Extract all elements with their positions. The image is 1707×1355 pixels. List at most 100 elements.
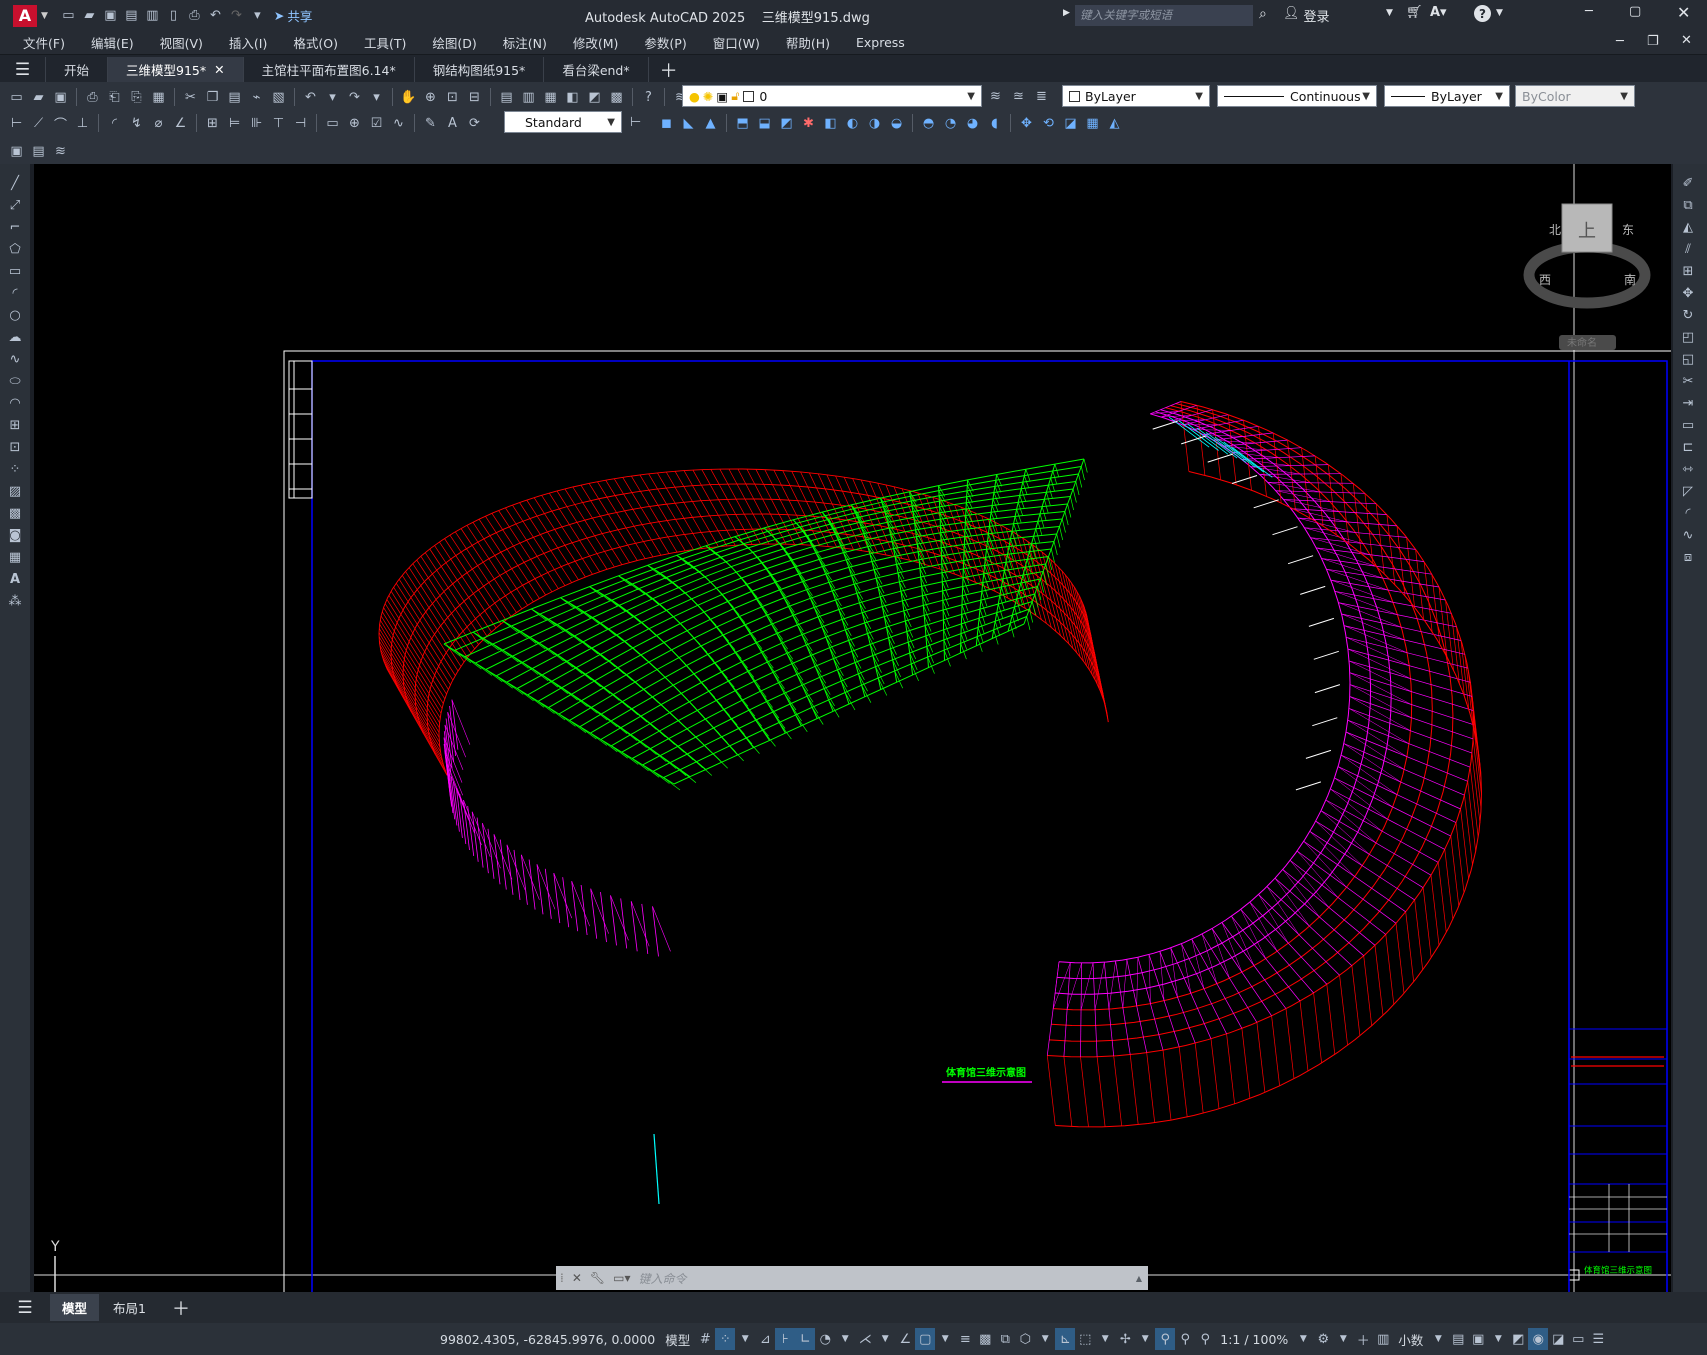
plot-icon[interactable]: ⎙ (184, 5, 205, 26)
union-icon[interactable]: ◐ (842, 113, 863, 134)
extrude-icon[interactable]: ⬒ (732, 113, 753, 134)
coordinates-display[interactable]: 99802.4305, -62845.9976, 0.0000 (435, 1332, 660, 1347)
markup-icon[interactable]: ◩ (584, 87, 605, 108)
open-folder-icon[interactable]: ▰ (79, 5, 100, 26)
add-selected-icon[interactable]: ⁂ (3, 591, 27, 612)
3d-align-icon[interactable]: ◪ (1060, 113, 1081, 134)
workspace-dropdown-icon[interactable]: ▼ (1333, 1328, 1353, 1350)
dynamic-input-icon[interactable]: ⊦ (775, 1328, 796, 1350)
3d-osnap-dropdown-icon[interactable]: ▼ (1035, 1328, 1055, 1350)
quick-properties-icon[interactable]: ▤ (1448, 1328, 1468, 1350)
publish-toolbar-icon[interactable]: ⎘ (126, 87, 147, 108)
cart-icon[interactable]: 🛒︎ (1406, 5, 1423, 20)
tab-column-plan[interactable]: 主馆柱平面布置图6.14* (244, 57, 415, 82)
revision-cloud-icon[interactable]: ☁ (3, 327, 27, 348)
region-icon[interactable]: ◙ (3, 525, 27, 546)
quick-dimension-icon[interactable]: ⊞ (202, 113, 223, 134)
copy-icon[interactable]: ❐ (202, 87, 223, 108)
plot-toolbar-icon[interactable]: ⎙ (82, 87, 103, 108)
selection-filter-icon[interactable]: ⬚ (1075, 1328, 1095, 1350)
diameter-dimension-icon[interactable]: ⌀ (148, 113, 169, 134)
lineweight-toggle-icon[interactable]: ≡ (955, 1328, 975, 1350)
annotation-visibility-icon[interactable]: ⚲ (1155, 1328, 1176, 1350)
tolerance-icon[interactable]: ▭ (322, 113, 343, 134)
command-input[interactable]: 键入命令 (639, 1270, 687, 1287)
dimension-update-icon[interactable]: ⟳ (464, 113, 485, 134)
search-icon[interactable]: ⌕ (1259, 6, 1267, 22)
customize-wrench-icon[interactable]: 🔧︎ (590, 1271, 605, 1285)
insert-block-icon[interactable]: ▣ (6, 141, 27, 162)
annotation-scale-value[interactable]: 1:1 / 100% (1215, 1332, 1293, 1347)
arc-icon[interactable]: ◜ (3, 283, 27, 304)
undo-dropdown-icon[interactable]: ▾ (322, 87, 343, 108)
viewcube[interactable]: 上 北 东 西 南 未命名 (1523, 203, 1651, 350)
presspull-icon[interactable]: ⬓ (754, 113, 775, 134)
command-line[interactable]: ⁞ ✕ 🔧︎ ▭▾ 键入命令 ▲ (556, 1266, 1148, 1290)
customization-menu-icon[interactable]: ☰ (1588, 1328, 1608, 1350)
imprint-icon[interactable]: ◕ (962, 113, 983, 134)
menu-express[interactable]: Express (843, 35, 918, 50)
extend-icon[interactable]: ⇥ (1676, 393, 1700, 414)
isolate-objects-icon[interactable]: ◩ (1508, 1328, 1528, 1350)
dimension-break-icon[interactable]: ⊣ (290, 113, 311, 134)
circle-icon[interactable]: ○ (3, 305, 27, 326)
baseline-dimension-icon[interactable]: ⊨ (224, 113, 245, 134)
layer-walk-icon[interactable]: ≋ (50, 141, 71, 162)
lineweight-dropdown[interactable]: ByLayer ▼ (1384, 85, 1510, 107)
3d-osnap-icon[interactable]: ⬡ (1015, 1328, 1035, 1350)
rotate-icon[interactable]: ↻ (1676, 305, 1700, 326)
properties-icon[interactable]: ▤ (496, 87, 517, 108)
open-icon[interactable]: ▰ (28, 87, 49, 108)
isometric-drafting-icon[interactable]: ⋌ (855, 1328, 875, 1350)
help-toolbar-icon[interactable]: ? (638, 87, 659, 108)
offset-icon[interactable]: ⫽ (1676, 239, 1700, 260)
tab-steel-drawings[interactable]: 钢结构图纸915* (415, 57, 545, 82)
layer-previous-icon[interactable]: ≊ (1008, 86, 1029, 107)
subtract-icon[interactable]: ◑ (864, 113, 885, 134)
hatch-icon[interactable]: ▨ (3, 481, 27, 502)
join-icon[interactable]: ⇿ (1676, 459, 1700, 480)
customize-qat-icon[interactable]: ▾ (247, 5, 268, 26)
save-toolbar-icon[interactable]: ▣ (50, 87, 71, 108)
dimension-edit-icon[interactable]: ✎ (420, 113, 441, 134)
selection-filter-dropdown-icon[interactable]: ▼ (1095, 1328, 1115, 1350)
minimize-window-icon[interactable]: ─ (1585, 4, 1593, 19)
trim-icon[interactable]: ✂ (1676, 371, 1700, 392)
redo-dropdown-icon[interactable]: ▾ (366, 87, 387, 108)
construction-line-icon[interactable]: ⤢ (3, 195, 27, 216)
recent-commands-icon[interactable]: ▭▾ (613, 1271, 630, 1285)
fullscreen-icon[interactable]: ▭ (1568, 1328, 1588, 1350)
grid-icon[interactable]: # (695, 1328, 715, 1350)
multiline-text-icon[interactable]: A (3, 569, 27, 590)
tab-stand-beam[interactable]: 看台梁end* (544, 57, 649, 82)
menu-parametric[interactable]: 参数(P) (631, 33, 699, 52)
radius-dimension-icon[interactable]: ◜ (104, 113, 125, 134)
zoom-realtime-icon[interactable]: ⊕ (420, 87, 441, 108)
gizmo-dropdown-icon[interactable]: ▼ (1135, 1328, 1155, 1350)
command-scroll-icon[interactable]: ▲ (1136, 1274, 1142, 1283)
center-mark-icon[interactable]: ⊕ (344, 113, 365, 134)
gradient-icon[interactable]: ▩ (3, 503, 27, 524)
design-center-icon[interactable]: ▥ (518, 87, 539, 108)
maximize-window-icon[interactable]: ▢ (1629, 4, 1641, 19)
tab-layout1[interactable]: 布局1 (99, 1294, 160, 1321)
app-menu-button[interactable]: A (13, 4, 37, 27)
lock-ui-icon[interactable]: ▣ (1468, 1328, 1488, 1350)
rectangle-icon[interactable]: ▭ (3, 261, 27, 282)
section-plane-icon[interactable]: ◖ (984, 113, 1005, 134)
osnap-dropdown-icon[interactable]: ▼ (935, 1328, 955, 1350)
layer-state-icon[interactable]: ≣ (1031, 86, 1052, 107)
annotation-scale-icon[interactable]: ⚲ (1195, 1328, 1215, 1350)
spline-icon[interactable]: ∿ (3, 349, 27, 370)
menu-view[interactable]: 视图(V) (147, 33, 216, 52)
explode-icon[interactable]: ⧈ (1676, 547, 1700, 568)
qnew-icon[interactable]: ▭ (6, 87, 27, 108)
zoom-window-icon[interactable]: ⊡ (442, 87, 463, 108)
undo-icon[interactable]: ↶ (205, 5, 226, 26)
sweep-icon[interactable]: ◩ (776, 113, 797, 134)
dynamic-ucs-icon[interactable]: ⊾ (1055, 1328, 1076, 1350)
selection-cycling-icon[interactable]: ⧉ (995, 1328, 1015, 1350)
menu-tools[interactable]: 工具(T) (351, 33, 419, 52)
blend-curves-icon[interactable]: ∿ (1676, 525, 1700, 546)
insert-block-tool-icon[interactable]: ⊞ (3, 415, 27, 436)
